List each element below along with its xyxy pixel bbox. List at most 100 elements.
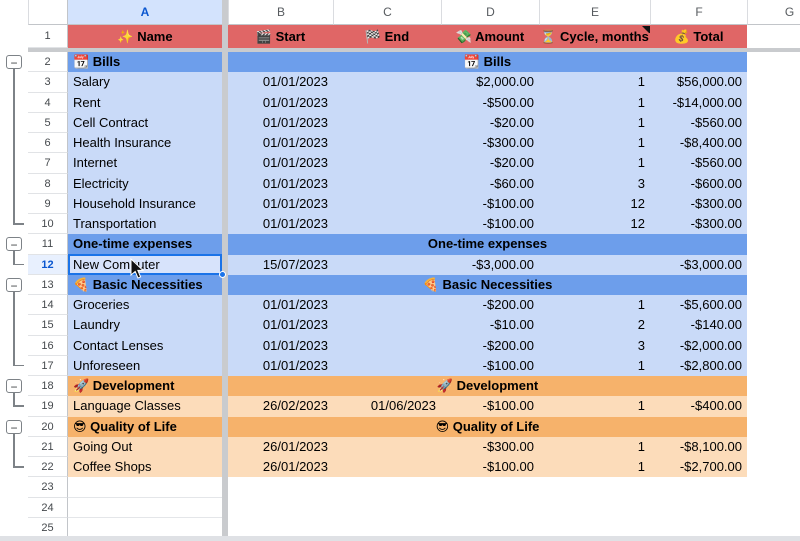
cell-D16[interactable]: -$200.00 xyxy=(441,336,539,356)
cell-D21[interactable]: -$300.00 xyxy=(441,437,539,457)
row-header-16[interactable]: 16 xyxy=(28,336,68,356)
row-header-22[interactable]: 22 xyxy=(28,457,68,477)
cell-E8[interactable]: 3 xyxy=(539,174,650,194)
cell-A11[interactable]: One-time expenses xyxy=(68,234,222,254)
cell-D10[interactable]: -$100.00 xyxy=(441,214,539,234)
column-header-E[interactable]: E xyxy=(539,0,650,25)
cell-D17[interactable]: -$100.00 xyxy=(441,356,539,376)
collapse-group-button-rows-13-17[interactable]: − xyxy=(6,278,22,292)
row-header-8[interactable]: 8 xyxy=(28,174,68,194)
merged-section-cell-row18[interactable]: 🚀 Development xyxy=(228,376,747,396)
cell-A5[interactable]: Cell Contract xyxy=(68,113,222,133)
column-title-D1[interactable]: 💸 Amount xyxy=(441,25,539,48)
row-header-23[interactable]: 23 xyxy=(28,477,68,497)
cell-F9[interactable]: -$300.00 xyxy=(650,194,747,214)
cell-B15[interactable]: 01/01/2023 xyxy=(228,315,333,335)
column-title-F1[interactable]: 💰 Total xyxy=(650,25,747,48)
collapse-group-button-rows-11-12[interactable]: − xyxy=(6,237,22,251)
cell-F3[interactable]: $56,000.00 xyxy=(650,72,747,92)
row-header-7[interactable]: 7 xyxy=(28,153,68,173)
cell-F14[interactable]: -$5,600.00 xyxy=(650,295,747,315)
cell-E21[interactable]: 1 xyxy=(539,437,650,457)
cell-B17[interactable]: 01/01/2023 xyxy=(228,356,333,376)
cell-B16[interactable]: 01/01/2023 xyxy=(228,336,333,356)
cell-A3[interactable]: Salary xyxy=(68,72,222,92)
merged-section-cell-row2[interactable]: 📆 Bills xyxy=(228,52,747,72)
column-title-C1[interactable]: 🏁 End xyxy=(333,25,441,48)
row-header-25[interactable]: 25 xyxy=(28,518,68,538)
row-header-24[interactable]: 24 xyxy=(28,498,68,518)
cell-D12[interactable]: -$3,000.00 xyxy=(441,255,539,275)
cell-F7[interactable]: -$560.00 xyxy=(650,153,747,173)
column-title-E1[interactable]: ⏳ Cycle, months xyxy=(539,25,650,48)
cell-E9[interactable]: 12 xyxy=(539,194,650,214)
cell-D22[interactable]: -$100.00 xyxy=(441,457,539,477)
row-header-10[interactable]: 10 xyxy=(28,214,68,234)
row-header-12[interactable]: 12 xyxy=(28,255,68,275)
cell-A24[interactable] xyxy=(68,498,222,518)
collapse-group-button-rows-2-10[interactable]: − xyxy=(6,55,22,69)
cell-A9[interactable]: Household Insurance xyxy=(68,194,222,214)
row-header-9[interactable]: 9 xyxy=(28,194,68,214)
column-header-D[interactable]: D xyxy=(441,0,539,25)
column-title-B1[interactable]: 🎬 Start xyxy=(228,25,333,48)
column-header-C[interactable]: C xyxy=(333,0,441,25)
cell-A10[interactable]: Transportation xyxy=(68,214,222,234)
cell-B4[interactable]: 01/01/2023 xyxy=(228,93,333,113)
column-header-A[interactable]: A xyxy=(68,0,222,25)
row-header-19[interactable]: 19 xyxy=(28,396,68,416)
cell-B7[interactable]: 01/01/2023 xyxy=(228,153,333,173)
cell-F10[interactable]: -$300.00 xyxy=(650,214,747,234)
cell-D19[interactable]: -$100.00 xyxy=(441,396,539,416)
row-header-13[interactable]: 13 xyxy=(28,275,68,295)
cell-E17[interactable]: 1 xyxy=(539,356,650,376)
cell-F5[interactable]: -$560.00 xyxy=(650,113,747,133)
row-header-2[interactable]: 2 xyxy=(28,52,68,72)
cell-F19[interactable]: -$400.00 xyxy=(650,396,747,416)
cell-C19[interactable]: 01/06/2023 xyxy=(333,396,441,416)
cell-A21[interactable]: Going Out xyxy=(68,437,222,457)
cell-D8[interactable]: -$60.00 xyxy=(441,174,539,194)
row-header-14[interactable]: 14 xyxy=(28,295,68,315)
cell-E16[interactable]: 3 xyxy=(539,336,650,356)
cell-E15[interactable]: 2 xyxy=(539,315,650,335)
cell-A4[interactable]: Rent xyxy=(68,93,222,113)
cell-F21[interactable]: -$8,100.00 xyxy=(650,437,747,457)
cell-A25[interactable] xyxy=(68,518,222,538)
cell-B8[interactable]: 01/01/2023 xyxy=(228,174,333,194)
column-header-G[interactable]: G xyxy=(747,0,800,25)
merged-section-cell-row11[interactable]: One-time expenses xyxy=(228,234,747,254)
cell-E19[interactable]: 1 xyxy=(539,396,650,416)
cell-B14[interactable]: 01/01/2023 xyxy=(228,295,333,315)
cell-A19[interactable]: Language Classes xyxy=(68,396,222,416)
cell-D9[interactable]: -$100.00 xyxy=(441,194,539,214)
cell-F15[interactable]: -$140.00 xyxy=(650,315,747,335)
cell-E10[interactable]: 12 xyxy=(539,214,650,234)
cell-E14[interactable]: 1 xyxy=(539,295,650,315)
row-header-11[interactable]: 11 xyxy=(28,234,68,254)
frozen-row-divider[interactable] xyxy=(28,48,800,52)
cell-D6[interactable]: -$300.00 xyxy=(441,133,539,153)
cell-A14[interactable]: Groceries xyxy=(68,295,222,315)
column-header-B[interactable]: B xyxy=(228,0,333,25)
frozen-column-divider[interactable] xyxy=(222,0,228,537)
cell-A22[interactable]: Coffee Shops xyxy=(68,457,222,477)
cell-D7[interactable]: -$20.00 xyxy=(441,153,539,173)
cell-E5[interactable]: 1 xyxy=(539,113,650,133)
select-all-corner[interactable] xyxy=(28,0,68,25)
cell-A17[interactable]: Unforeseen xyxy=(68,356,222,376)
row-header-15[interactable]: 15 xyxy=(28,315,68,335)
cell-A8[interactable]: Electricity xyxy=(68,174,222,194)
row-header-20[interactable]: 20 xyxy=(28,417,68,437)
row-header-3[interactable]: 3 xyxy=(28,72,68,92)
collapse-group-button-rows-18-19[interactable]: − xyxy=(6,379,22,393)
cell-F12[interactable]: -$3,000.00 xyxy=(650,255,747,275)
cell-F4[interactable]: -$14,000.00 xyxy=(650,93,747,113)
cell-A16[interactable]: Contact Lenses xyxy=(68,336,222,356)
row-header-1[interactable]: 1 xyxy=(28,25,68,48)
cell-B5[interactable]: 01/01/2023 xyxy=(228,113,333,133)
row-header-5[interactable]: 5 xyxy=(28,113,68,133)
cell-D4[interactable]: -$500.00 xyxy=(441,93,539,113)
cell-D14[interactable]: -$200.00 xyxy=(441,295,539,315)
cell-B21[interactable]: 26/01/2023 xyxy=(228,437,333,457)
